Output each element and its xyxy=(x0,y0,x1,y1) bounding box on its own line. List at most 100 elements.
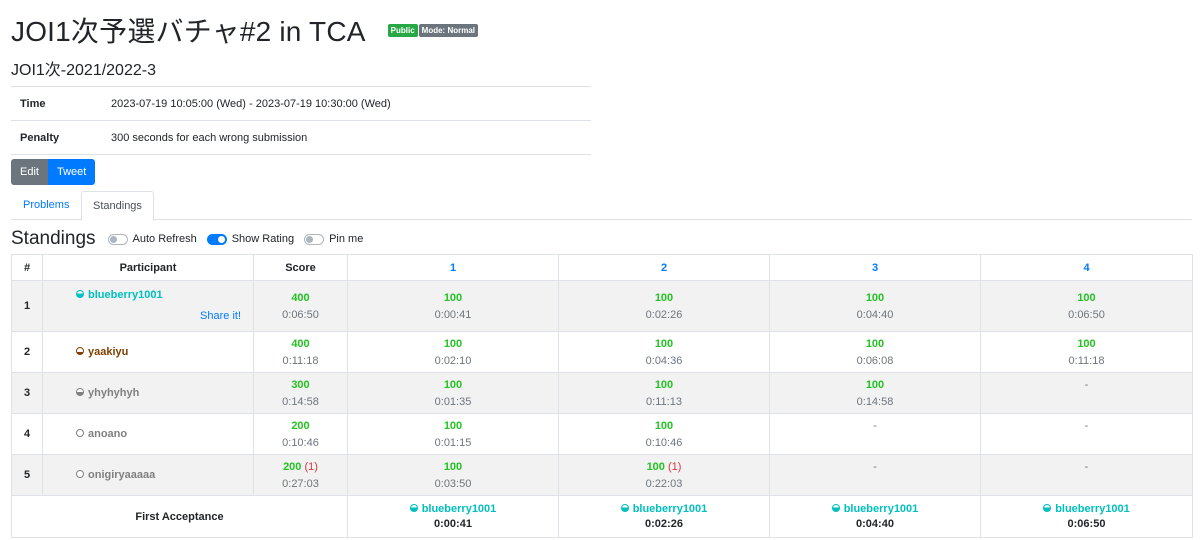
problem-cell: 100 0:01:15 xyxy=(347,413,559,455)
problem-time: 0:11:13 xyxy=(646,395,682,408)
problem-score: 100 xyxy=(865,291,885,304)
participant-name[interactable]: onigiryaaaaa xyxy=(88,469,155,481)
problem-score: 100 xyxy=(646,460,665,473)
pin-me-toggle[interactable]: Pin me xyxy=(304,233,363,245)
tab-problems[interactable]: Problems xyxy=(12,191,80,220)
first-acceptance-row: First Acceptance blueberry1001 0:00:41 b… xyxy=(11,495,1193,538)
total-time: 0:14:58 xyxy=(282,395,319,408)
first-acceptance-user: blueberry1001 xyxy=(559,503,769,515)
participant-name[interactable]: anoano xyxy=(88,428,127,440)
first-acceptance-time: 0:04:40 xyxy=(856,518,894,530)
first-acceptance-user: blueberry1001 xyxy=(770,503,980,515)
problem-time: 0:06:08 xyxy=(856,354,894,367)
table-row: 4 anoano 200 0:10:46 100 0:01:15 100 0:10:4… xyxy=(11,413,1193,455)
participant-name[interactable]: yhyhyhyh xyxy=(88,387,139,399)
first-acceptance-time: 0:02:26 xyxy=(645,518,683,530)
problem-time: 0:04:40 xyxy=(856,308,894,321)
penalty-label: Penalty xyxy=(11,120,111,155)
total-score: 300 xyxy=(291,378,310,391)
problem-cell: - xyxy=(980,372,1193,414)
participant-cell: yaakiyu xyxy=(42,331,254,373)
rating-icon xyxy=(76,388,84,396)
problem-cell: 100 0:10:46 xyxy=(558,413,770,455)
problem-score-wrap: 100 (1) xyxy=(559,460,769,474)
problem-time: 0:11:18 xyxy=(1068,354,1105,367)
tab-standings[interactable]: Standings xyxy=(81,191,154,221)
public-badge: Public xyxy=(387,23,418,37)
pin-me-switch[interactable] xyxy=(304,233,325,245)
no-submission: - xyxy=(1084,461,1089,473)
total-score-cell: 400 0:11:18 xyxy=(253,331,348,373)
problem-score: 100 xyxy=(1077,291,1096,304)
total-time: 0:11:18 xyxy=(282,354,319,367)
show-rating-toggle[interactable]: Show Rating xyxy=(206,233,294,245)
share-link[interactable]: Share it! xyxy=(200,310,241,322)
no-submission: - xyxy=(1084,379,1089,391)
auto-refresh-toggle[interactable]: Auto Refresh xyxy=(107,233,197,245)
standings-header-row: # Participant Score 1 2 3 4 xyxy=(11,254,1193,281)
participant-cell: anoano xyxy=(42,413,254,455)
total-time: 0:27:03 xyxy=(282,477,319,490)
problem-cell: 100 0:01:35 xyxy=(347,372,559,414)
first-acceptance-name[interactable]: blueberry1001 xyxy=(844,503,919,515)
problem-3-link[interactable]: 3 xyxy=(769,254,981,281)
problem-score: 100 xyxy=(1077,337,1096,350)
title-row: JOI1次予選バチャ#2 in TCA Public Mode: Normal xyxy=(11,10,479,50)
first-acceptance-name[interactable]: blueberry1001 xyxy=(633,503,708,515)
rank-cell: 4 xyxy=(11,413,43,455)
problem-cell: 100 0:02:26 xyxy=(558,280,770,332)
total-score-cell: 300 0:14:58 xyxy=(253,372,348,414)
participant-name[interactable]: blueberry1001 xyxy=(88,289,163,301)
time-value: 2023-07-19 10:05:00 (Wed) - 2023-07-19 1… xyxy=(111,86,591,121)
rating-icon xyxy=(620,504,629,512)
table-row: 1 blueberry1001 Share it! 400 0:06:50 100… xyxy=(11,280,1193,332)
rating-icon xyxy=(76,290,84,298)
problem-time: 0:00:41 xyxy=(434,308,472,321)
pin-me-label: Pin me xyxy=(329,233,364,245)
problem-time: 0:01:35 xyxy=(434,395,472,408)
problem-score: 100 xyxy=(865,378,885,391)
contest-title: JOI1次予選バチャ#2 in TCA xyxy=(11,16,366,47)
auto-refresh-switch[interactable] xyxy=(107,233,128,245)
problem-score: 100 xyxy=(654,291,674,304)
rating-icon xyxy=(76,347,84,355)
tweet-button[interactable]: Tweet xyxy=(47,159,96,185)
first-acceptance-name[interactable]: blueberry1001 xyxy=(422,503,497,515)
rank-header: # xyxy=(11,254,43,281)
show-rating-switch[interactable] xyxy=(206,233,227,245)
problem-cell: 100 0:11:13 xyxy=(558,372,770,414)
problem-1-link[interactable]: 1 xyxy=(347,254,559,281)
wrong-count: (1) xyxy=(667,460,682,473)
first-acceptance-cell: blueberry1001 0:06:50 xyxy=(980,495,1193,538)
edit-button[interactable]: Edit xyxy=(11,159,48,185)
problem-4-link[interactable]: 4 xyxy=(980,254,1193,281)
table-row: 3 yhyhyhyh 300 0:14:58 100 0:01:35 100 0:11… xyxy=(11,372,1193,414)
switch-knob xyxy=(306,235,314,243)
participant-cell: onigiryaaaaa xyxy=(42,454,254,496)
first-acceptance-user: blueberry1001 xyxy=(348,503,558,515)
problem-time: 0:01:15 xyxy=(434,436,472,449)
contest-info-table: Time 2023-07-19 10:05:00 (Wed) - 2023-07… xyxy=(11,86,591,155)
problem-score: 100 xyxy=(654,337,674,350)
problem-cell: - xyxy=(769,454,981,496)
participant-cell: yhyhyhyh xyxy=(42,372,254,414)
problem-time: 0:02:10 xyxy=(434,354,472,367)
switch-knob xyxy=(109,235,117,243)
total-score-wrap: 200 (1) xyxy=(254,460,347,474)
problem-time: 0:04:36 xyxy=(645,354,683,367)
rating-icon xyxy=(76,470,84,478)
first-acceptance-name[interactable]: blueberry1001 xyxy=(1055,503,1130,515)
penalty-row: Penalty 300 seconds for each wrong submi… xyxy=(11,120,591,155)
total-score: 200 xyxy=(283,460,302,473)
problem-cell: - xyxy=(980,454,1193,496)
problem-cell: 100 0:06:50 xyxy=(980,280,1193,332)
first-acceptance-label: First Acceptance xyxy=(11,495,348,538)
contest-tabs: Problems Standings xyxy=(11,191,1192,221)
problem-score: 100 xyxy=(654,378,674,391)
problem-cell: - xyxy=(980,413,1193,455)
participant-name[interactable]: yaakiyu xyxy=(88,346,128,358)
problem-cell: - xyxy=(769,413,981,455)
total-time: 0:06:50 xyxy=(282,308,319,321)
problem-time: 0:03:50 xyxy=(434,477,472,490)
problem-2-link[interactable]: 2 xyxy=(558,254,770,281)
